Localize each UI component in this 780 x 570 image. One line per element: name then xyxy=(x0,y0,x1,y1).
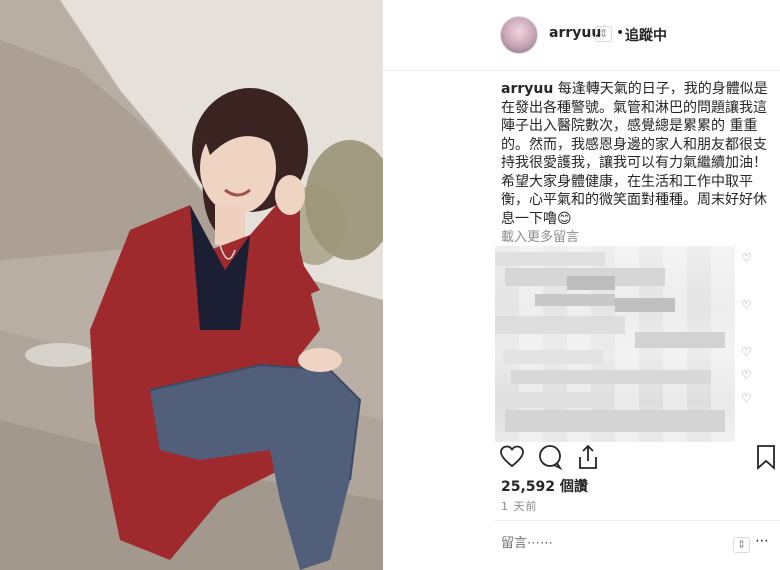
post-header: arryuu ⇕ • 追蹤中 xyxy=(383,0,780,71)
post-actions-bar xyxy=(383,444,780,474)
comment-like-heart-icon[interactable]: ♡ xyxy=(741,251,752,265)
comment-bubble-icon[interactable] xyxy=(537,444,563,470)
caption-username[interactable]: arryuu xyxy=(501,81,553,97)
likes-label: 個讚 xyxy=(559,479,588,495)
post-caption: arryuu 每逢轉天氣的日子，我的身體似是在發出各種警號。氣管和淋巴的問題讓我… xyxy=(501,80,769,228)
sort-toggle-icon[interactable]: ⇕ xyxy=(595,26,613,42)
likes-number: 25,592 xyxy=(501,479,556,495)
comment-sort-icon[interactable]: ⇕ xyxy=(733,537,751,553)
comment-input[interactable] xyxy=(501,536,721,551)
bookmark-icon[interactable] xyxy=(753,444,779,470)
comment-like-heart-icon[interactable]: ♡ xyxy=(741,345,752,359)
comment-like-heart-icon[interactable]: ♡ xyxy=(741,391,752,405)
blurred-comments-area xyxy=(495,246,735,442)
share-icon[interactable] xyxy=(575,444,601,470)
post-photo[interactable] xyxy=(0,0,383,570)
following-button[interactable]: 追蹤中 xyxy=(625,25,667,45)
post-timestamp[interactable]: 1 天前 xyxy=(501,498,538,514)
comment-like-heart-icon[interactable]: ♡ xyxy=(741,298,752,312)
header-separator: • xyxy=(616,25,625,41)
more-options-icon[interactable]: ⋯ xyxy=(755,533,769,549)
likes-count[interactable]: 25,592 個讚 xyxy=(501,476,588,496)
header-username[interactable]: arryuu xyxy=(549,25,601,41)
comment-like-heart-icon[interactable]: ♡ xyxy=(741,368,752,382)
like-heart-icon[interactable] xyxy=(499,444,525,470)
post-side-panel: arryuu ⇕ • 追蹤中 arryuu 每逢轉天氣的日子，我的身體似是在發出… xyxy=(383,0,780,570)
caption-text: 每逢轉天氣的日子，我的身體似是在發出各種警號。氣管和淋巴的問題讓我這陣子出入醫院… xyxy=(501,81,768,227)
photo-image xyxy=(0,0,383,570)
load-more-comments-link[interactable]: 載入更多留言 xyxy=(501,226,579,245)
profile-avatar[interactable] xyxy=(500,16,538,54)
divider xyxy=(495,520,780,521)
